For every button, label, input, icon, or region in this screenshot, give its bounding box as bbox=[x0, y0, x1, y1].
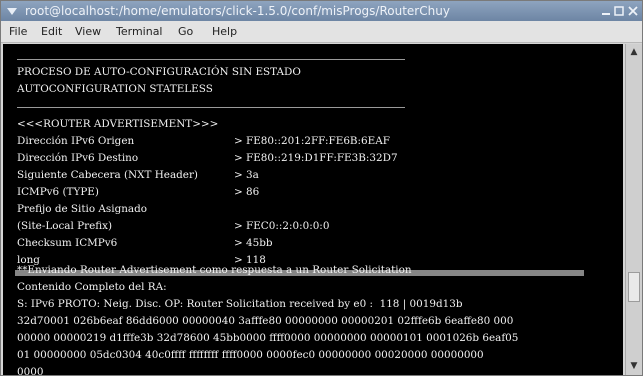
minimize-icon[interactable] bbox=[600, 5, 612, 17]
hex-dump-line: 01 00000000 05dc0304 40c0ffff ffffffff f… bbox=[17, 349, 484, 361]
field-value: > FE80::219:D1FF:FE3B:32D7 bbox=[234, 152, 398, 164]
menu-help[interactable]: Help bbox=[212, 25, 237, 38]
vertical-scrollbar[interactable]: ▲ ▼ bbox=[625, 44, 642, 375]
field-value: > 3a bbox=[234, 169, 259, 181]
scroll-thumb[interactable] bbox=[628, 272, 640, 302]
terminal-window: root@localhost:/home/emulators/click-1.5… bbox=[0, 0, 643, 376]
menu-go[interactable]: Go bbox=[178, 25, 193, 38]
heading-spanish: PROCESO DE AUTO-CONFIGURACIÓN SIN ESTADO bbox=[17, 66, 301, 78]
section-title: <<<ROUTER ADVERTISEMENT>>> bbox=[17, 118, 219, 130]
field-label: Checksum ICMPv6 bbox=[17, 237, 118, 249]
sending-message: **Enviando Router Advertisement como res… bbox=[17, 264, 412, 276]
hex-dump-line: 00000 00000219 d1fffe3b 32d78600 45bb000… bbox=[17, 332, 519, 344]
window-menu-icon[interactable] bbox=[5, 4, 19, 18]
field-label: ICMPv6 (TYPE) bbox=[17, 186, 99, 198]
menu-bar: File Edit View Terminal Go Help bbox=[1, 21, 642, 43]
title-bar[interactable]: root@localhost:/home/emulators/click-1.5… bbox=[1, 1, 642, 21]
scroll-down-icon[interactable]: ▼ bbox=[628, 360, 640, 372]
hex-dump-line: 0000 bbox=[17, 366, 44, 375]
terminal-output[interactable]: PROCESO DE AUTO-CONFIGURACIÓN SIN ESTADO… bbox=[3, 44, 623, 375]
field-value: > 86 bbox=[234, 186, 260, 198]
menu-file[interactable]: File bbox=[9, 25, 27, 38]
field-label: (Site-Local Prefix) bbox=[17, 220, 113, 232]
separator-line bbox=[17, 107, 405, 108]
field-label: Dirección IPv6 Origen bbox=[17, 135, 135, 147]
menu-edit[interactable]: Edit bbox=[41, 25, 62, 38]
menu-view[interactable]: View bbox=[75, 25, 101, 38]
close-icon[interactable] bbox=[627, 5, 639, 17]
content-label: Contenido Completo del RA: bbox=[17, 281, 167, 293]
field-label: Dirección IPv6 Destino bbox=[17, 152, 139, 164]
field-label: Siguiente Cabecera (NXT Header) bbox=[17, 169, 198, 181]
field-value: > 45bb bbox=[234, 237, 273, 249]
heading-english: AUTOCONFIGURATION STATELESS bbox=[17, 83, 213, 95]
field-value: > FE80::201:2FF:FE6B:6EAF bbox=[234, 135, 390, 147]
window-title: root@localhost:/home/emulators/click-1.5… bbox=[25, 4, 450, 18]
hex-dump-line: S: IPv6 PROTO: Neig. Disc. OP: Router So… bbox=[17, 298, 463, 310]
menu-terminal[interactable]: Terminal bbox=[116, 25, 163, 38]
separator-line bbox=[17, 59, 405, 60]
field-value: > FEC0::2:0:0:0:0 bbox=[234, 220, 330, 232]
hex-dump-line: 32d70001 026b6eaf 86dd6000 00000040 3aff… bbox=[17, 315, 514, 327]
maximize-icon[interactable] bbox=[613, 5, 625, 17]
field-label: Prefijo de Sitio Asignado bbox=[17, 203, 148, 215]
scroll-up-icon[interactable]: ▲ bbox=[628, 46, 640, 58]
